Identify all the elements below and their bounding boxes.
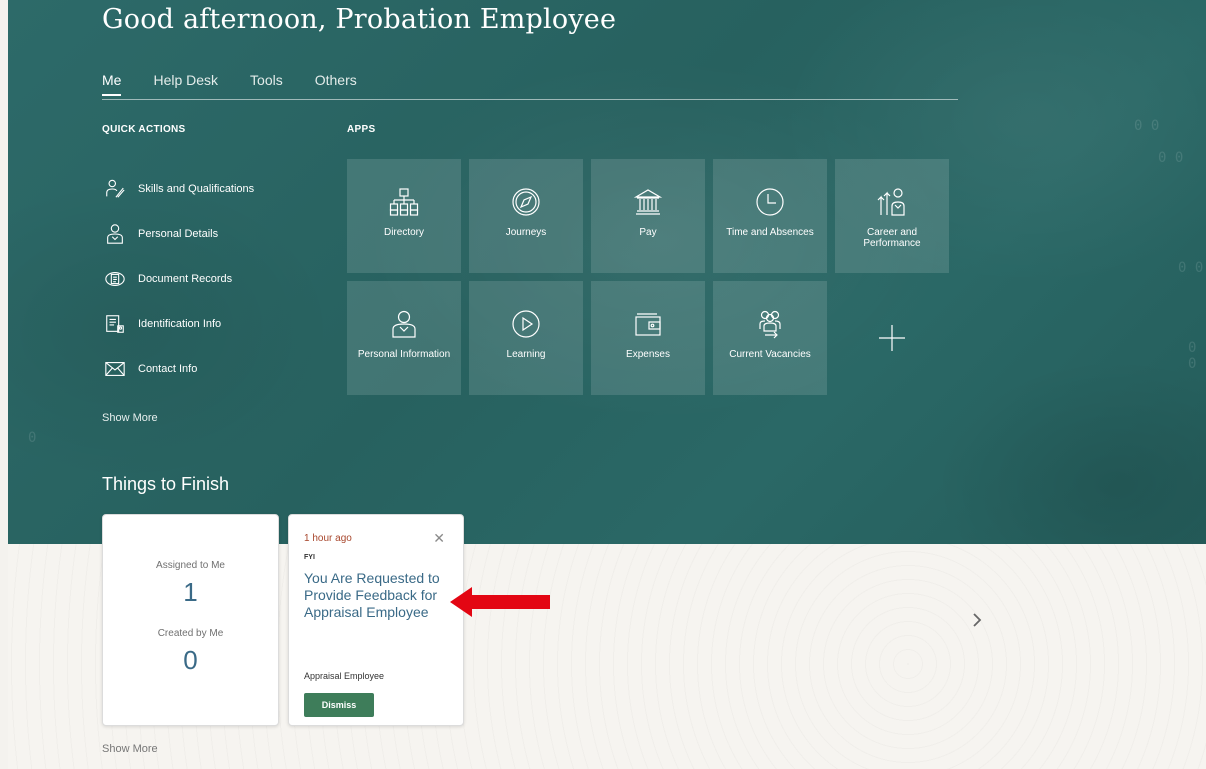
org-chart-icon xyxy=(389,188,419,216)
notification-card: 1 hour ago ✕ FYI You Are Requested to Pr… xyxy=(288,514,464,726)
apps-heading: APPS xyxy=(347,124,376,135)
background-decoration: 0 xyxy=(28,430,37,446)
play-icon xyxy=(512,310,540,338)
notification-time: 1 hour ago xyxy=(304,533,352,544)
app-tile-personal-information[interactable]: Personal Information xyxy=(347,281,461,395)
apps-grid: Directory Journeys Pay Time and Absences… xyxy=(347,159,949,395)
quick-actions-show-more-link[interactable]: Show More xyxy=(102,412,158,424)
compass-icon xyxy=(512,188,540,216)
document-icon xyxy=(105,271,125,286)
bank-icon xyxy=(633,189,663,215)
app-tile-label: Current Vacancies xyxy=(729,349,811,360)
notification-title-link[interactable]: You Are Requested to Provide Feedback fo… xyxy=(304,570,447,621)
things-to-finish-show-more-link[interactable]: Show More xyxy=(102,743,158,755)
notification-subtitle: Appraisal Employee xyxy=(304,671,385,681)
task-summary-card: Assigned to Me 1 Created by Me 0 xyxy=(102,514,279,726)
person-icon xyxy=(392,310,416,338)
quick-action-label: Skills and Qualifications xyxy=(138,182,255,195)
quick-actions-heading: QUICK ACTIONS xyxy=(102,124,186,135)
quick-action-label: Identification Info xyxy=(138,317,222,330)
add-app-button[interactable] xyxy=(835,281,949,395)
app-tile-label: Personal Information xyxy=(357,349,451,360)
app-tile-learning[interactable]: Learning xyxy=(469,281,583,395)
skills-icon xyxy=(106,179,125,198)
career-icon xyxy=(877,188,905,216)
notification-type: FYI xyxy=(304,554,315,561)
tab-me[interactable]: Me xyxy=(102,72,122,96)
background-decoration: 0 0 xyxy=(1178,260,1204,276)
app-tile-label: Career and Performance xyxy=(863,227,921,249)
app-tile-career-and-performance[interactable]: Career and Performance xyxy=(835,159,949,273)
quick-actions-list: Skills and Qualifications Personal Detai… xyxy=(104,166,254,391)
quick-action-identification-info[interactable]: Identification Info xyxy=(104,301,254,346)
created-by-me-count[interactable]: 0 xyxy=(103,645,278,676)
quick-action-document-records[interactable]: Document Records xyxy=(104,256,254,301)
quick-action-contact-info[interactable]: Contact Info xyxy=(104,346,254,391)
assigned-to-me-count[interactable]: 1 xyxy=(103,577,278,608)
app-tile-directory[interactable]: Directory xyxy=(347,159,461,273)
annotation-arrow-icon xyxy=(450,587,550,617)
app-tile-expenses[interactable]: Expenses xyxy=(591,281,705,395)
background-decoration: 0 0 xyxy=(1158,150,1184,166)
close-icon[interactable]: ✕ xyxy=(433,530,445,547)
app-tile-label: Learning xyxy=(506,349,546,360)
page-title: Good afternoon, Probation Employee xyxy=(102,4,617,35)
wallet-icon xyxy=(635,313,661,336)
tab-bar: Me Help Desk Tools Others xyxy=(102,72,389,96)
group-icon xyxy=(759,310,781,339)
app-tile-label: Directory xyxy=(383,227,424,238)
app-tile-label: Pay xyxy=(639,227,657,238)
quick-action-label: Personal Details xyxy=(138,227,219,240)
chevron-right-icon[interactable] xyxy=(968,608,986,632)
created-by-me-label: Created by Me xyxy=(157,628,224,639)
tab-divider xyxy=(102,99,958,100)
person-icon xyxy=(107,223,123,244)
tab-tools[interactable]: Tools xyxy=(250,72,283,96)
quick-action-personal-details[interactable]: Personal Details xyxy=(104,211,254,256)
id-card-icon xyxy=(106,314,124,333)
tab-others[interactable]: Others xyxy=(315,72,357,96)
app-tile-time-and-absences[interactable]: Time and Absences xyxy=(713,159,827,273)
assigned-to-me-label: Assigned to Me xyxy=(156,560,225,571)
clock-icon xyxy=(756,188,784,216)
app-tile-label: Expenses xyxy=(626,349,670,360)
background-decoration: 0 0 xyxy=(1134,118,1160,134)
quick-action-skills[interactable]: Skills and Qualifications xyxy=(104,166,254,211)
app-tile-pay[interactable]: Pay xyxy=(591,159,705,273)
app-tile-journeys[interactable]: Journeys xyxy=(469,159,583,273)
quick-action-label: Document Records xyxy=(138,272,233,285)
app-tile-label: Journeys xyxy=(505,227,547,238)
plus-icon xyxy=(879,325,905,351)
quick-action-label: Contact Info xyxy=(138,362,198,375)
app-tile-current-vacancies[interactable]: Current Vacancies xyxy=(713,281,827,395)
app-tile-label: Time and Absences xyxy=(726,227,814,238)
dismiss-button[interactable]: Dismiss xyxy=(304,693,374,717)
envelope-icon xyxy=(105,361,125,376)
things-to-finish-heading: Things to Finish xyxy=(102,474,230,494)
tab-help-desk[interactable]: Help Desk xyxy=(153,72,218,96)
background-decoration: 0 0 xyxy=(1188,340,1197,372)
